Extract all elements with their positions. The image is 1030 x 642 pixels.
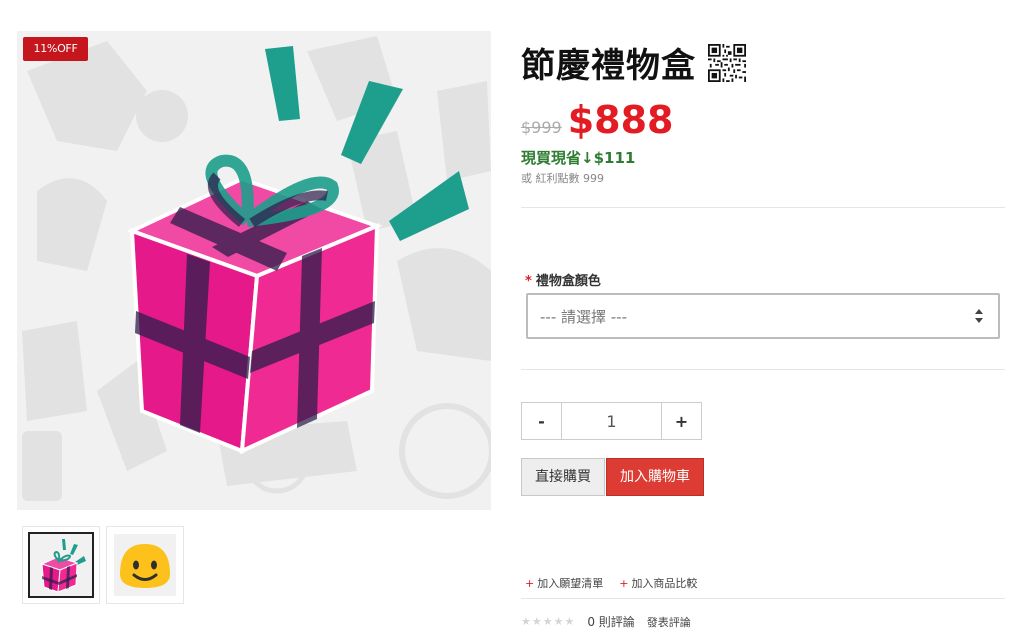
- review-count[interactable]: 0 則評論: [587, 613, 634, 630]
- quantity-plus-button[interactable]: +: [661, 402, 702, 440]
- select-placeholder: --- 請選擇 ---: [540, 307, 628, 326]
- thumbnail-gift[interactable]: [22, 526, 100, 604]
- review-row: ★★★★★ 0 則評論 發表評論: [521, 613, 691, 630]
- smiley-face-icon: [114, 534, 176, 596]
- gift-box-icon: [30, 534, 92, 596]
- thumbnail-gift-frame: [28, 532, 94, 598]
- quantity-minus-button[interactable]: -: [521, 402, 562, 440]
- thumbnail-smiley[interactable]: [106, 526, 184, 604]
- compare-label: 加入商品比較: [631, 577, 698, 590]
- divider: [521, 207, 1005, 208]
- buy-now-button[interactable]: 直接購買: [521, 458, 605, 496]
- saving-text: 現買現省↓$111: [521, 149, 636, 167]
- discount-badge: 11%OFF: [23, 37, 88, 61]
- option-label: * 禮物盒顏色: [525, 270, 601, 289]
- price-row: $999 $888: [521, 98, 673, 142]
- current-price: $888: [567, 98, 674, 142]
- wishlist-label: 加入願望清單: [537, 577, 604, 590]
- product-main-image[interactable]: [17, 31, 491, 510]
- write-review-link[interactable]: 發表評論: [647, 614, 691, 630]
- buy-actions: 直接購買 加入購物車: [521, 458, 704, 496]
- select-arrows-icon: [975, 309, 983, 323]
- option-label-text: 禮物盒顏色: [535, 274, 601, 289]
- thumbnail-smiley-frame: [112, 532, 178, 598]
- gift-color-select[interactable]: --- 請選擇 ---: [526, 293, 1000, 339]
- required-mark: *: [525, 274, 532, 289]
- plus-icon: +: [619, 577, 629, 590]
- rating-stars-icon: ★★★★★: [521, 615, 576, 628]
- plus-icon: +: [525, 577, 535, 590]
- divider: [521, 369, 1005, 370]
- thumbnail-strip: [22, 526, 184, 604]
- add-to-compare-link[interactable]: + 加入商品比較: [619, 575, 697, 591]
- qr-code-icon[interactable]: [708, 43, 746, 82]
- gift-box-icon: [22, 36, 491, 501]
- quantity-input[interactable]: 1: [562, 402, 661, 440]
- divider: [521, 598, 1005, 599]
- title-row: 節慶禮物盒: [521, 38, 746, 87]
- old-price: $999: [521, 118, 562, 137]
- page-title: 節慶禮物盒: [521, 46, 696, 86]
- secondary-links: + 加入願望清單 + 加入商品比較: [525, 575, 697, 591]
- bonus-points: 或 紅利點數 999: [521, 172, 604, 185]
- quantity-stepper: - 1 +: [521, 402, 702, 440]
- add-to-cart-button[interactable]: 加入購物車: [606, 458, 704, 496]
- add-to-wishlist-link[interactable]: + 加入願望清單: [525, 575, 603, 591]
